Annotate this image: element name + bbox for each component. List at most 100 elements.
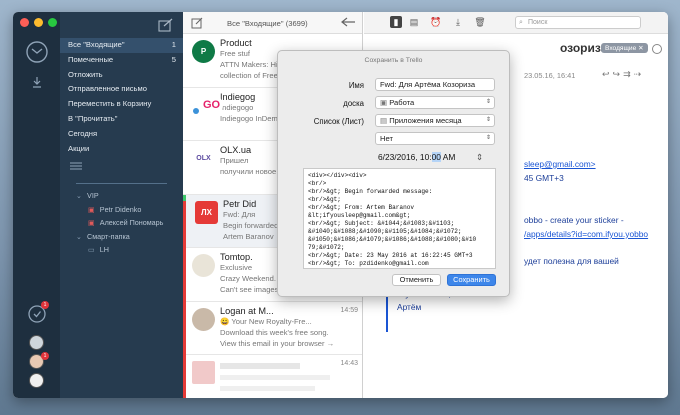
compose-icon[interactable] bbox=[158, 18, 174, 34]
mark-read-toggle[interactable] bbox=[652, 44, 662, 54]
folder-read-later[interactable]: В "Прочитать" bbox=[60, 112, 183, 127]
due-date-selected-part[interactable]: 00 bbox=[431, 152, 441, 162]
signature-name: Артём bbox=[397, 302, 422, 312]
person-icon: ▣ bbox=[88, 218, 95, 228]
board-label: доска bbox=[343, 99, 364, 108]
message-time: 14:59 bbox=[340, 306, 358, 314]
card-name-value: Fwd: Для Артёма Козориза bbox=[380, 80, 476, 89]
folder-today[interactable]: Сегодня bbox=[60, 127, 183, 142]
due-date-field[interactable]: 6/23/2016, 10:00 AM ⇕ bbox=[378, 152, 483, 162]
folder-label: Помеченные bbox=[68, 54, 114, 64]
person-icon: ▣ bbox=[88, 204, 95, 214]
sender-avatar bbox=[192, 307, 215, 331]
description-textarea[interactable]: <div></div><div> <br/> <br/>&gt; Begin f… bbox=[303, 168, 496, 269]
sender-email-link[interactable]: sleep@gmail.com> bbox=[524, 159, 596, 169]
smart-folder-item[interactable]: ▭ LH bbox=[60, 243, 183, 257]
list-title: Все "Входящие" (3699) bbox=[227, 19, 308, 28]
folder-promotions[interactable]: Акции bbox=[60, 142, 183, 157]
smart-folder-name: LH bbox=[99, 245, 109, 255]
list-select[interactable]: ▤ Приложения месяца ⇕ bbox=[375, 114, 495, 127]
select-arrows-icon: ⇕ bbox=[485, 117, 491, 123]
vip-group[interactable]: ⌄ VIP bbox=[60, 189, 183, 203]
label-select[interactable]: Нет ⇕ bbox=[375, 132, 495, 145]
chevron-down-icon: ⌄ bbox=[76, 191, 83, 201]
cancel-button[interactable]: Отменить bbox=[392, 274, 441, 286]
search-placeholder: Поиск bbox=[528, 19, 548, 26]
folder-label: Отложить bbox=[68, 69, 103, 79]
chevron-down-icon: ⌄ bbox=[76, 231, 83, 241]
sender-name: Logan at M... bbox=[220, 305, 274, 316]
inbox-tag[interactable]: Входящие ✕ bbox=[601, 43, 648, 53]
folder-count: 5 bbox=[171, 54, 176, 64]
trello-save-popover: Сохранить в Trello Имя Fwd: Для Артёма К… bbox=[277, 50, 510, 297]
reminder-icon[interactable] bbox=[13, 304, 60, 324]
label-value: Нет bbox=[380, 134, 393, 143]
reminder-badge: 1 bbox=[41, 301, 49, 309]
card-name-input[interactable]: Fwd: Для Артёма Козориза bbox=[375, 78, 495, 91]
vip-person-2[interactable]: ▣ Алексей Пономарь bbox=[60, 216, 183, 230]
vip-person-1[interactable]: ▣ Petr Didenko bbox=[60, 203, 183, 217]
name-label: Имя bbox=[348, 81, 364, 90]
list-item[interactable]: 14:43 bbox=[183, 355, 362, 398]
account-avatar-3[interactable] bbox=[29, 373, 44, 388]
sender-logo: ЛХ bbox=[195, 200, 218, 224]
message-time: 14:43 bbox=[340, 360, 358, 367]
board-value: Работа bbox=[389, 98, 415, 107]
archive-icon[interactable]: ▤ bbox=[408, 16, 420, 28]
divider bbox=[76, 183, 167, 185]
folder-sent[interactable]: Отправленное письмо bbox=[60, 82, 183, 97]
send-icon[interactable] bbox=[13, 76, 60, 88]
folder-trash[interactable]: Переместить в Корзину bbox=[60, 97, 183, 112]
message-time-text: 45 GMT+3 bbox=[524, 173, 564, 183]
zoom-window-button[interactable] bbox=[48, 18, 57, 27]
trello-icon[interactable]: ▮ bbox=[390, 16, 402, 28]
due-date-part: 6/23/2016, 10: bbox=[378, 152, 432, 162]
list-toolbar: Все "Входящие" (3699) bbox=[183, 12, 362, 34]
list-value: Приложения месяца bbox=[389, 116, 462, 125]
inbox-clock-icon[interactable] bbox=[13, 40, 60, 64]
body-text: удет полезна для вашей bbox=[524, 256, 619, 266]
close-window-button[interactable] bbox=[20, 18, 29, 27]
folder-label: В "Прочитать" bbox=[68, 113, 118, 123]
sender-logo: OLX bbox=[192, 147, 215, 170]
inbox-tag-label: Входящие bbox=[605, 45, 637, 52]
sender-logo-blurred bbox=[192, 361, 215, 384]
reader-toolbar: ▮ ▤ ⏰ ⤓ 🗑 ⌕ Поиск bbox=[364, 12, 668, 34]
app-window: 1 1 Все "Входящие" 1 Помеченные 5 Отложить… bbox=[13, 12, 668, 398]
sender-name: Product bbox=[220, 38, 252, 48]
reply-icon[interactable] bbox=[341, 16, 357, 30]
select-arrows-icon: ⇕ bbox=[485, 135, 491, 141]
board-select[interactable]: ▣ Работа ⇕ bbox=[375, 96, 495, 109]
folder-all-inbox[interactable]: Все "Входящие" 1 bbox=[60, 38, 183, 53]
stepper-icon[interactable]: ⇕ bbox=[476, 152, 483, 162]
select-arrows-icon: ⇕ bbox=[485, 99, 491, 105]
save-button[interactable]: Сохранить bbox=[447, 274, 496, 286]
message-actions[interactable]: ↩↪⇉⇢ bbox=[602, 69, 644, 80]
search-icon: ⌕ bbox=[519, 19, 523, 26]
edit-icon[interactable] bbox=[191, 17, 203, 31]
folder-list: Все "Входящие" 1 Помеченные 5 Отложить Отп… bbox=[60, 38, 183, 257]
smart-folder-label: Смарт-папка bbox=[87, 231, 130, 241]
more-menu-icon[interactable] bbox=[60, 156, 183, 178]
list-item[interactable]: Logan at M... 14:59 😀 Your New Royalty-F… bbox=[183, 302, 362, 355]
download-icon[interactable]: ⤓ bbox=[452, 16, 464, 28]
app-link[interactable]: /apps/details?id=com.ifyou.yobbo bbox=[524, 229, 648, 239]
folder-snooze[interactable]: Отложить bbox=[60, 68, 183, 83]
message-subject: 😀 Your New Royalty-Fre... bbox=[220, 316, 312, 326]
alarm-icon[interactable]: ⏰ bbox=[430, 16, 442, 28]
window-controls bbox=[20, 18, 57, 27]
minimize-window-button[interactable] bbox=[34, 18, 43, 27]
vip-person-name: Алексей Пономарь bbox=[99, 218, 164, 228]
trash-icon[interactable]: 🗑 bbox=[474, 16, 486, 28]
folder-sidebar: Все "Входящие" 1 Помеченные 5 Отложить Отп… bbox=[60, 12, 183, 398]
message-date: 23.05.16, 16:41 bbox=[524, 71, 576, 80]
account-avatar-1[interactable] bbox=[29, 335, 44, 350]
body-text: obbo - create your sticker - bbox=[524, 215, 624, 225]
search-input[interactable]: ⌕ Поиск bbox=[515, 16, 641, 29]
sender-logo bbox=[192, 254, 215, 277]
label-color-bar bbox=[183, 201, 186, 398]
folder-label: Отправленное письмо bbox=[68, 84, 147, 94]
smart-folder-group[interactable]: ⌄ Смарт-папка bbox=[60, 230, 183, 244]
folder-starred[interactable]: Помеченные 5 bbox=[60, 53, 183, 68]
folder-label: Акции bbox=[68, 143, 90, 153]
